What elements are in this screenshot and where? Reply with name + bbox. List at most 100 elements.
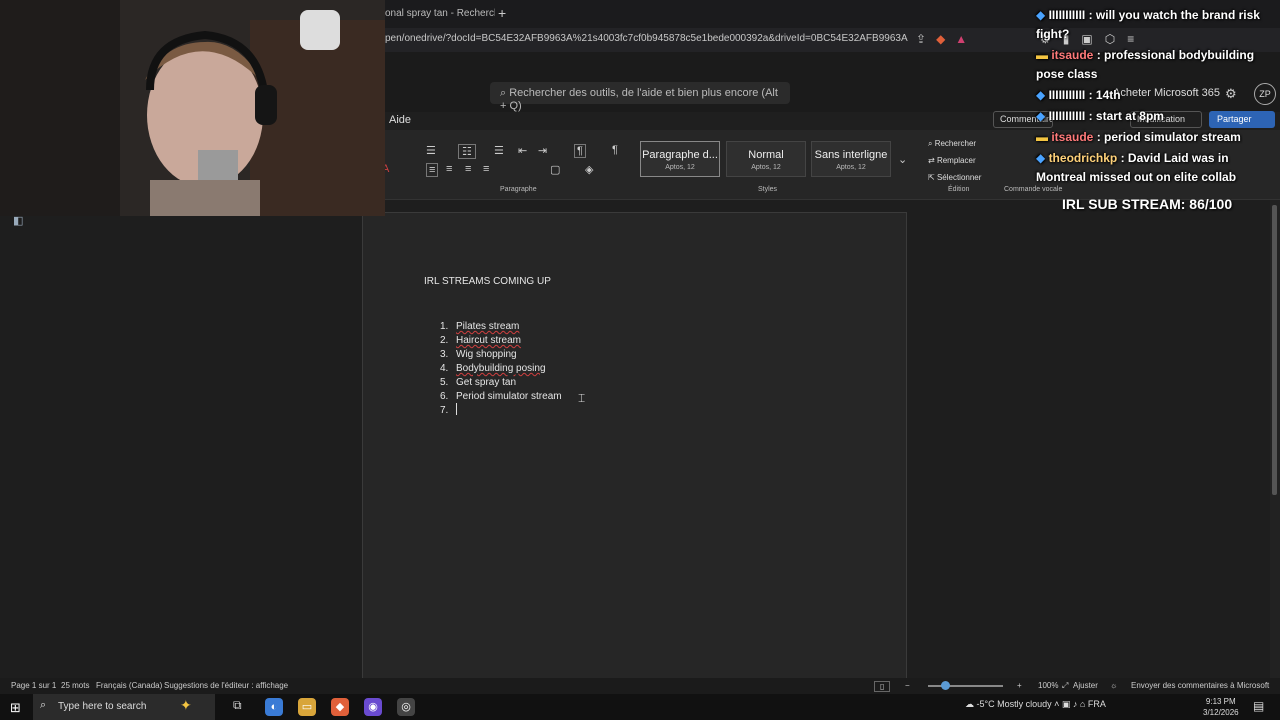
brave-browser-icon[interactable]: ◆	[331, 698, 349, 716]
list-number: 4.	[440, 363, 449, 374]
menu-aide[interactable]: Aide	[389, 114, 411, 126]
list-item[interactable]: 7.	[440, 405, 456, 416]
shading-icon[interactable]: ◈	[585, 163, 593, 176]
chat-username: itsaude	[1051, 48, 1094, 62]
style-name: Normal	[748, 149, 784, 161]
fit-button[interactable]: Ajuster	[1073, 681, 1098, 690]
multilevel-list-icon[interactable]: ☰	[494, 144, 504, 157]
chat-message: ◆ IIIIIIIIIII : will you watch the brand…	[1036, 8, 1260, 41]
chat-username: IIIIIIIIIII	[1048, 8, 1086, 22]
replace-icon: ⇄	[928, 156, 937, 165]
chat-username: theodrichkp	[1048, 151, 1118, 165]
list-text: Get spray tan	[456, 377, 517, 388]
page-view-icon[interactable]: ▯	[874, 681, 891, 692]
browser-tab[interactable]: onal spray tan - Recherche G	[385, 3, 495, 25]
fit-icon[interactable]: ⤢	[1062, 681, 1068, 691]
chat-message: ◆ IIIIIIIIIII : 14th	[1036, 88, 1121, 102]
zoom-in-icon[interactable]: +	[1017, 681, 1022, 690]
taskbar-clock[interactable]: 9:13 PM 3/12/2026	[1203, 696, 1239, 718]
list-text: Period simulator stream	[456, 391, 562, 402]
list-number: 3.	[440, 349, 449, 360]
replace-button[interactable]: ⇄ Remplacer	[928, 156, 976, 165]
editor-suggestions[interactable]: Suggestions de l'éditeur : affichage	[164, 681, 288, 690]
chat-username: IIIIIIIIIII	[1048, 109, 1086, 123]
page-count: Page 1 sur 1	[11, 681, 57, 690]
search-icon: ⌕	[40, 699, 47, 711]
styles-expand-icon[interactable]: ⌄	[898, 153, 907, 166]
decrease-indent-icon[interactable]: ⇤	[518, 144, 527, 157]
language-status[interactable]: Français (Canada)	[96, 681, 162, 690]
chat-message: ▬ itsaude : professional bodybuilding po…	[1036, 48, 1255, 81]
style-no-spacing[interactable]: Sans interligne Aptos, 12	[811, 141, 891, 177]
zoom-out-icon[interactable]: −	[905, 681, 910, 690]
word-search-input[interactable]: ⌕ Rechercher des outils, de l'aide et bi…	[490, 82, 790, 112]
list-item[interactable]: 4. Bodybuilding posing	[440, 363, 546, 374]
numbering-icon[interactable]: ☷	[458, 144, 476, 159]
align-center-icon[interactable]: ≡	[446, 163, 452, 175]
align-right-icon[interactable]: ≡	[465, 163, 471, 175]
chat-badge-icon: ▬	[1036, 48, 1052, 62]
zoom-level[interactable]: 100%	[1038, 681, 1058, 690]
weather-icon[interactable]: ☁	[965, 699, 977, 709]
chat-text: period simulator stream	[1104, 130, 1241, 144]
bullets-icon[interactable]: ☰	[426, 144, 436, 157]
webcam-overlay	[0, 0, 385, 216]
discord-icon[interactable]: ◉	[364, 698, 382, 716]
copilot-app-icon[interactable]: ◐	[265, 698, 283, 716]
stream-chat: ◆ IIIIIIIIIII : will you watch the brand…	[1036, 6, 1280, 189]
task-view-icon[interactable]: ⧉	[233, 698, 242, 713]
align-left-icon[interactable]: ≡	[426, 163, 439, 177]
zoom-slider-knob[interactable]	[941, 681, 950, 690]
list-number: 5.	[440, 377, 449, 388]
style-font: Aptos, 12	[751, 164, 781, 171]
list-item[interactable]: 5. Get spray tan	[440, 377, 516, 388]
find-button[interactable]: ⌕ Rechercher	[928, 139, 976, 149]
chat-message: ◆ theodrichkp : David Laid was in Montre…	[1036, 151, 1237, 184]
windows-start-icon[interactable]: ⊞	[10, 700, 21, 716]
word-count[interactable]: 25 mots	[61, 681, 89, 690]
brightness-icon[interactable]: ☼	[1110, 681, 1117, 690]
style-font: Aptos, 12	[665, 164, 695, 171]
brave-shield-icon[interactable]: ◆	[936, 32, 945, 46]
list-number: 2.	[440, 335, 449, 346]
select-label: Sélectionner	[936, 173, 982, 182]
ibeam-cursor-icon: ⌶	[578, 391, 586, 405]
file-explorer-icon[interactable]: ▭	[298, 698, 316, 716]
chat-badge-icon: ◆	[1036, 88, 1049, 102]
show-formatting-icon[interactable]: ¶	[612, 144, 618, 156]
search-icon: ⌕	[928, 139, 935, 148]
obs-icon[interactable]: ◎	[397, 698, 415, 716]
streamer-webcam-image	[0, 0, 385, 216]
list-number: 1.	[440, 321, 449, 332]
borders-icon[interactable]: ▢	[550, 163, 560, 176]
input-language[interactable]: FRA	[1088, 699, 1106, 709]
list-item[interactable]: 1. Pilates stream	[440, 321, 519, 332]
url-text[interactable]: pen/onedrive/?docId=BC54E32AFB9963A%21s4…	[385, 33, 908, 44]
paragraph-mark-icon[interactable]: ¶	[574, 144, 586, 158]
share-page-icon[interactable]: ⇪	[916, 32, 926, 46]
list-text: Haircut stream	[456, 335, 522, 346]
notifications-icon[interactable]: ▤	[1253, 699, 1264, 713]
zoom-slider[interactable]	[928, 685, 1003, 687]
increase-indent-icon[interactable]: ⇥	[538, 144, 547, 157]
sub-goal-counter: IRL SUB STREAM: 86/100	[1062, 196, 1233, 212]
scrollbar-thumb[interactable]	[1272, 205, 1277, 495]
style-normal[interactable]: Normal Aptos, 12	[726, 141, 806, 177]
document-heading[interactable]: IRL STREAMS COMING UP	[424, 276, 551, 287]
feedback-link[interactable]: Envoyer des commentaires à Microsoft	[1131, 681, 1269, 690]
select-button[interactable]: ⇱ Sélectionner	[928, 173, 981, 182]
list-item[interactable]: 3. Wig shopping	[440, 349, 517, 360]
list-number: 7.	[440, 405, 449, 416]
list-item[interactable]: 2. Haircut stream	[440, 335, 521, 346]
style-paragraph[interactable]: Paragraphe d... Aptos, 12	[640, 141, 720, 177]
justify-icon[interactable]: ≡	[483, 163, 489, 175]
weather-text[interactable]: -5°C Mostly cloudy	[977, 699, 1052, 709]
list-item[interactable]: 6. Period simulator stream	[440, 391, 562, 402]
new-tab-button[interactable]: +	[498, 5, 506, 21]
tray-chevron-icon[interactable]: ˄ ▣ ♪ ⌂	[1054, 699, 1088, 709]
group-label-paragraph: Paragraphe	[500, 186, 537, 193]
sparkle-icon[interactable]: ✦	[180, 697, 192, 714]
chat-message: ◆ IIIIIIIIIII : start at 8pm	[1036, 109, 1164, 123]
brave-rewards-icon[interactable]: ▲	[955, 32, 967, 46]
cursor-icon: ⇱	[928, 173, 937, 182]
